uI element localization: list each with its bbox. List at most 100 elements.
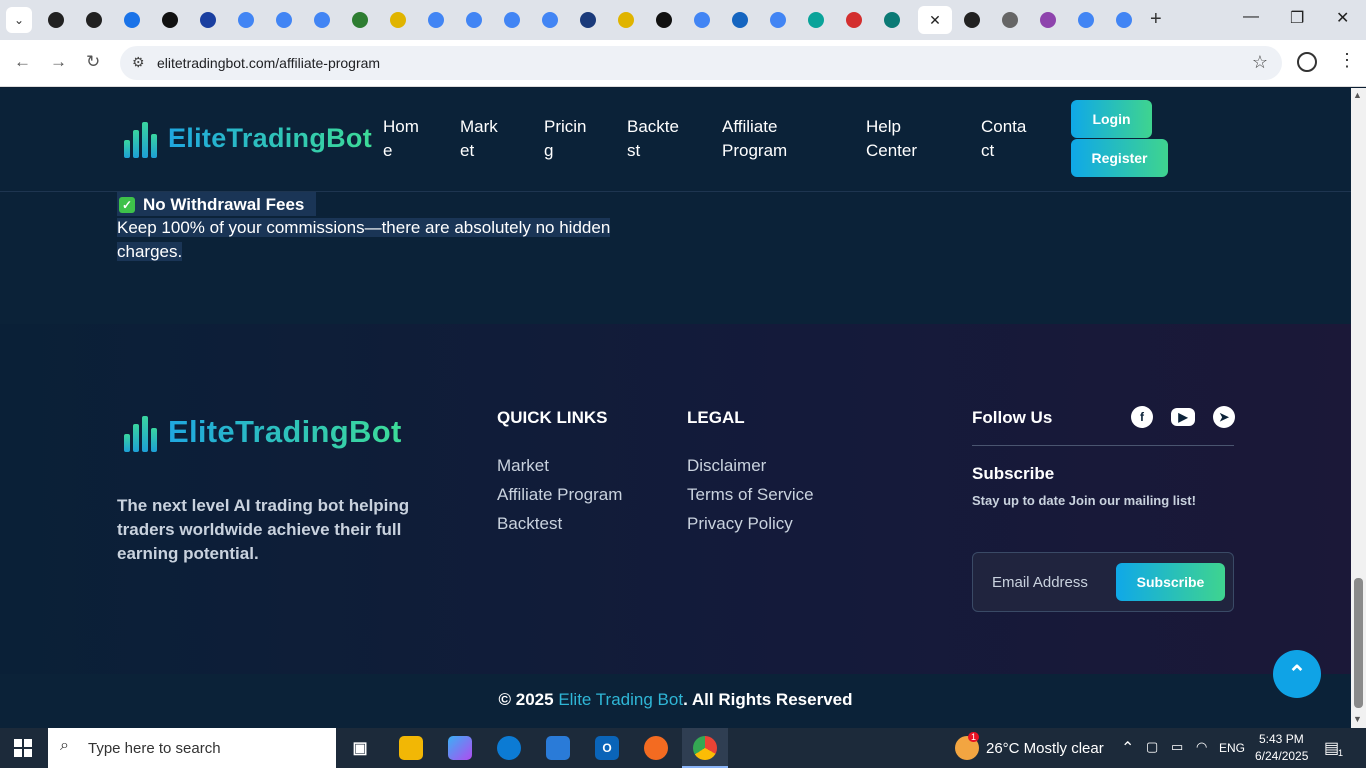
wifi-icon[interactable]: ◠ <box>1196 739 1207 755</box>
omnibox[interactable]: ⚙ elitetradingbot.com/affiliate-program … <box>120 46 1282 80</box>
legal-link[interactable]: Disclaimer <box>687 456 766 476</box>
url-text[interactable]: elitetradingbot.com/affiliate-program <box>157 55 380 71</box>
nav-item[interactable]: Affiliate Program <box>722 115 787 163</box>
browser-tab[interactable] <box>958 6 986 34</box>
windows-start-icon[interactable] <box>14 739 32 757</box>
site-settings-icon[interactable]: ⚙ <box>132 54 145 71</box>
copyright-brand-link[interactable]: Elite Trading Bot <box>558 690 683 709</box>
legal-link[interactable]: Terms of Service <box>687 485 814 505</box>
threads-icon <box>48 12 64 28</box>
browser-tab[interactable] <box>232 6 260 34</box>
quick-link[interactable]: Affiliate Program <box>497 485 622 505</box>
checkmark-icon: ✓ <box>119 197 135 213</box>
tray-chevron-icon[interactable]: ⌃ <box>1121 738 1134 758</box>
browser-tab[interactable] <box>498 6 526 34</box>
meet-icon[interactable]: ▢ <box>1146 739 1158 755</box>
browser-tab[interactable] <box>996 6 1024 34</box>
reload-button[interactable]: ↻ <box>86 52 100 72</box>
browser-tab[interactable] <box>1072 6 1100 34</box>
clock-date[interactable]: 6/24/2025 <box>1255 749 1308 763</box>
browser-tab[interactable] <box>270 6 298 34</box>
youtube-icon[interactable]: ▶ <box>1171 408 1195 426</box>
close-window-button[interactable]: ✕ <box>1336 8 1349 28</box>
edge-icon[interactable] <box>497 736 521 760</box>
browser-tab[interactable] <box>308 6 336 34</box>
scrollbar-thumb[interactable] <box>1354 578 1363 708</box>
nav-item[interactable]: Conta ct <box>981 115 1026 163</box>
firefox-icon[interactable] <box>644 736 668 760</box>
notifications-icon[interactable]: ▤ <box>1324 738 1339 758</box>
browser-tab[interactable] <box>460 6 488 34</box>
red-logo-icon <box>846 12 862 28</box>
nav-item[interactable]: Pricin g <box>544 115 587 163</box>
maximize-button[interactable]: ❐ <box>1290 8 1304 28</box>
battery-icon[interactable]: ▭ <box>1171 739 1183 755</box>
forward-button[interactable]: → <box>50 52 67 72</box>
language-indicator[interactable]: ENG <box>1219 741 1245 755</box>
new-tab-button[interactable]: + <box>1150 8 1162 31</box>
back-to-top-button[interactable]: ⌃ <box>1273 650 1321 698</box>
email-input[interactable] <box>981 563 1111 601</box>
browser-tab[interactable] <box>574 6 602 34</box>
clock-time[interactable]: 5:43 PM <box>1259 732 1304 746</box>
footer-logo[interactable]: EliteTradingBot <box>122 412 402 452</box>
taskbar-search[interactable]: ⌕ Type here to search <box>48 728 336 768</box>
browser-tab[interactable] <box>194 6 222 34</box>
browser-tab[interactable] <box>1034 6 1062 34</box>
register-button[interactable]: Register <box>1071 139 1168 177</box>
browser-tab[interactable] <box>1110 6 1138 34</box>
weather-text[interactable]: 26°C Mostly clear <box>986 740 1104 757</box>
nav-item[interactable]: Backte st <box>627 115 679 163</box>
browser-tab[interactable] <box>42 6 70 34</box>
browser-tab[interactable] <box>764 6 792 34</box>
nav-item[interactable]: Hom e <box>383 115 419 163</box>
file-explorer-icon[interactable] <box>399 736 423 760</box>
browser-tab[interactable] <box>840 6 868 34</box>
browser-tab[interactable] <box>802 6 830 34</box>
nav-item-label-line1: Hom <box>383 117 419 136</box>
browser-tab[interactable] <box>384 6 412 34</box>
browser-tab[interactable] <box>688 6 716 34</box>
chrome-icon[interactable] <box>693 736 717 760</box>
nav-item-label-line2: st <box>627 141 641 160</box>
tab-search-button[interactable]: ⌄ <box>6 7 32 33</box>
copyright-text: © 2025 Elite Trading Bot. All Rights Res… <box>0 690 1351 710</box>
browser-tab[interactable] <box>346 6 374 34</box>
subscribe-button[interactable]: Subscribe <box>1116 563 1225 601</box>
browser-tab[interactable] <box>118 6 146 34</box>
scroll-up-arrow-icon[interactable]: ▲ <box>1353 90 1362 100</box>
login-button[interactable]: Login <box>1071 100 1152 138</box>
facebook-icon[interactable]: f <box>1131 406 1153 428</box>
page-scrollbar[interactable]: ▲ ▼ <box>1351 88 1366 728</box>
browser-tab[interactable] <box>726 6 754 34</box>
browser-tab[interactable] <box>156 6 184 34</box>
nav-item[interactable]: Mark et <box>460 115 498 163</box>
microsoft-store-icon[interactable] <box>546 736 570 760</box>
outlook-icon[interactable]: O <box>595 736 619 760</box>
quick-link[interactable]: Backtest <box>497 514 562 534</box>
browser-tab[interactable] <box>80 6 108 34</box>
copilot-icon[interactable] <box>448 736 472 760</box>
legal-link[interactable]: Privacy Policy <box>687 514 793 534</box>
menu-kebab-icon[interactable]: ⋮ <box>1338 50 1356 71</box>
telegram-icon[interactable]: ➤ <box>1213 406 1235 428</box>
scroll-down-arrow-icon[interactable]: ▼ <box>1353 714 1362 724</box>
browser-tab[interactable] <box>612 6 640 34</box>
bookmark-star-icon[interactable]: ☆ <box>1252 52 1268 73</box>
browser-tab[interactable] <box>422 6 450 34</box>
browser-tab[interactable] <box>650 6 678 34</box>
browser-tab[interactable] <box>878 6 906 34</box>
quick-link[interactable]: Market <box>497 456 549 476</box>
logo-bars-icon <box>122 118 170 158</box>
browser-tab[interactable] <box>536 6 564 34</box>
active-tab[interactable]: ✕ <box>918 6 952 34</box>
footer-logo-bars-icon <box>122 412 170 452</box>
nav-item[interactable]: Help Center <box>866 115 917 163</box>
close-tab-icon[interactable]: ✕ <box>929 12 941 29</box>
task-view-icon[interactable]: ▣ <box>348 736 372 760</box>
nav-item-label-line1: Backte <box>627 117 679 136</box>
minimize-button[interactable]: — <box>1243 8 1259 26</box>
back-button[interactable]: ← <box>14 52 31 72</box>
profile-icon[interactable] <box>1297 52 1317 72</box>
header-logo[interactable]: EliteTradingBot <box>122 118 372 158</box>
